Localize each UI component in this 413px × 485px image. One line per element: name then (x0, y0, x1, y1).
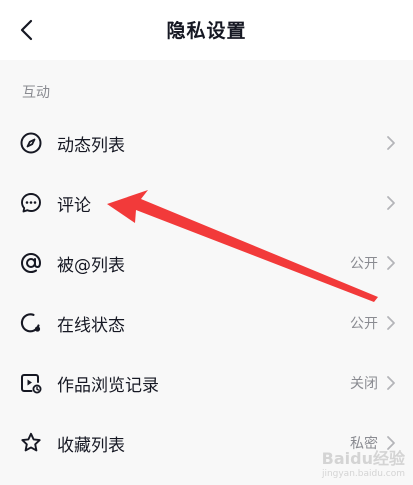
row-label: 收藏列表 (57, 435, 125, 456)
watermark-main: Baidu经验 (321, 449, 405, 468)
row-work-view-history[interactable]: 作品浏览记录 关闭 (0, 353, 413, 413)
chevron-right-icon (383, 375, 399, 391)
at-icon (18, 250, 44, 276)
row-value: 关闭 (350, 376, 378, 392)
row-label: 动态列表 (57, 135, 125, 156)
row-online-status[interactable]: 在线状态 公开 (0, 293, 413, 353)
row-label: 在线状态 (57, 315, 125, 336)
row-label: 作品浏览记录 (57, 375, 159, 396)
row-value: 公开 (350, 256, 378, 272)
row-label: 被@列表 (57, 255, 125, 276)
page-title: 隐私设置 (166, 20, 247, 42)
view-history-icon (18, 370, 44, 396)
chevron-right-icon (383, 135, 399, 151)
chevron-right-icon (383, 255, 399, 271)
top-bar: 隐私设置 (0, 0, 413, 60)
online-status-icon (18, 310, 44, 336)
chevron-right-icon (383, 195, 399, 211)
row-dynamic-list[interactable]: 动态列表 (0, 113, 413, 173)
row-value: 公开 (350, 316, 378, 332)
row-label: 评论 (57, 195, 91, 216)
watermark-sub: jingyan.baidu.com (321, 469, 405, 479)
chevron-right-icon (383, 315, 399, 331)
section-header: 互动 (22, 85, 50, 101)
row-mentions-list[interactable]: 被@列表 公开 (0, 233, 413, 293)
comment-icon (18, 190, 44, 216)
star-icon (18, 430, 44, 456)
compass-icon (18, 130, 44, 156)
settings-list: 互动 动态列表 评论 被@列表 公开 在线状态 公开 作品浏览记录 关闭 收藏列… (0, 60, 413, 485)
row-comments[interactable]: 评论 (0, 173, 413, 233)
watermark: Baidu经验 jingyan.baidu.com (322, 445, 405, 479)
